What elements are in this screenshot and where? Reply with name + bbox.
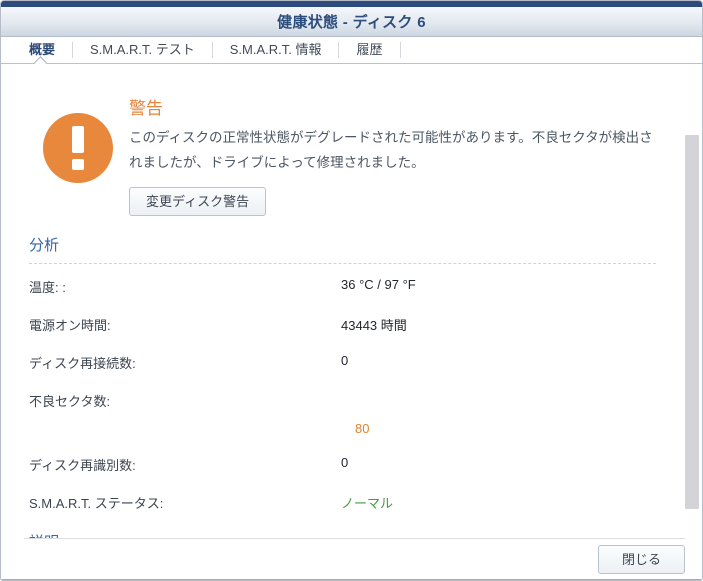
row-label: S.M.A.R.T. ステータス: <box>29 493 341 512</box>
warning-body: 警告 このディスクの正常性状態がデグレードされた可能性があります。不良セクタが検… <box>129 94 656 216</box>
description-heading: 説明 <box>29 531 656 538</box>
row-value: 0 <box>341 455 348 474</box>
analysis-rows: 温度: : 36 °C / 97 °F 電源オン時間: 43443 時間 ディス… <box>29 277 656 512</box>
warning-title: 警告 <box>129 94 656 119</box>
vertical-scrollbar-thumb[interactable] <box>685 135 699 509</box>
close-button[interactable]: 閉じる <box>598 545 685 574</box>
tab-history[interactable]: 履歴 <box>339 42 400 58</box>
tab-smart-test[interactable]: S.M.A.R.T. テスト <box>73 42 213 58</box>
dashed-divider <box>29 263 656 264</box>
dialog-title: 健康状態 - ディスク 6 <box>277 11 426 32</box>
disk-health-dialog: 健康状態 - ディスク 6 概要 S.M.A.R.T. テスト S.M.A.R.… <box>0 0 703 581</box>
row-label: 温度: : <box>29 277 341 296</box>
analysis-row-power-on-hours: 電源オン時間: 43443 時間 <box>29 315 656 334</box>
dialog-titlebar[interactable]: 健康状態 - ディスク 6 <box>1 7 702 37</box>
exclamation-dot <box>72 159 84 170</box>
analysis-row-bad-sectors: 不良セクタ数: 80 <box>29 391 656 436</box>
row-value: 43443 時間 <box>341 315 407 334</box>
analysis-row-reidentify-count: ディスク再識別数: 0 <box>29 455 656 474</box>
overview-panel: 警告 このディスクの正常性状態がデグレードされた可能性があります。不良セクタが検… <box>1 64 702 538</box>
change-disk-warning-button[interactable]: 変更ディスク警告 <box>129 187 266 216</box>
warning-block: 警告 このディスクの正常性状態がデグレードされた可能性があります。不良セクタが検… <box>29 94 656 216</box>
analysis-section: 分析 温度: : 36 °C / 97 °F 電源オン時間: 43443 時間 … <box>29 234 656 512</box>
tab-overview[interactable]: 概要 <box>12 42 73 58</box>
row-value-ok: ノーマル <box>341 493 393 512</box>
tab-smart-info[interactable]: S.M.A.R.T. 情報 <box>213 42 340 58</box>
row-label: 不良セクタ数: <box>29 391 341 436</box>
row-value: 36 °C / 97 °F <box>341 277 416 296</box>
row-value-warning: 80 <box>341 421 369 436</box>
row-value: 0 <box>341 353 348 372</box>
analysis-row-temperature: 温度: : 36 °C / 97 °F <box>29 277 656 296</box>
tab-bar: 概要 S.M.A.R.T. テスト S.M.A.R.T. 情報 履歴 <box>1 37 702 63</box>
description-section: 説明 このディスクの正常性状態がデグレードされた可能性があります。不良セクタが検… <box>29 531 656 538</box>
row-label: 電源オン時間: <box>29 315 341 334</box>
analysis-heading: 分析 <box>29 234 656 255</box>
row-label: ディスク再接続数: <box>29 353 341 372</box>
exclamation-bar <box>72 126 84 153</box>
row-label: ディスク再識別数: <box>29 455 341 474</box>
warning-message: このディスクの正常性状態がデグレードされた可能性があります。不良セクタが検出され… <box>129 125 656 175</box>
exclamation-circle-icon <box>43 113 113 183</box>
dialog-footer: 閉じる <box>1 539 702 579</box>
analysis-row-smart-status: S.M.A.R.T. ステータス: ノーマル <box>29 493 656 512</box>
analysis-row-reconnect-count: ディスク再接続数: 0 <box>29 353 656 372</box>
